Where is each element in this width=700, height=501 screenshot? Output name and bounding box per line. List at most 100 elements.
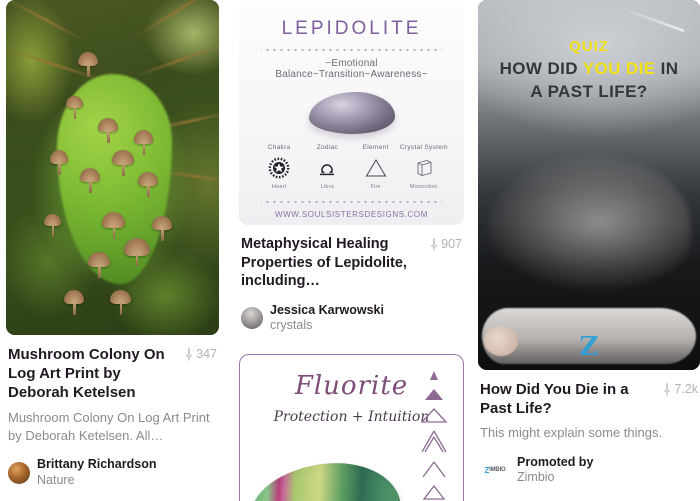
- mushroom-cap: [80, 168, 100, 193]
- mushroom-cap: [102, 212, 125, 239]
- attribute-label: Chakra: [267, 144, 291, 151]
- mushroom-cap: [50, 150, 68, 175]
- attribute-label: Crystal System: [399, 144, 448, 151]
- mushroom-cap: [152, 216, 172, 241]
- infographic-heading: LEPIDOLITE: [281, 18, 422, 39]
- pin-title[interactable]: Metaphysical Healing Properties of Lepid…: [241, 235, 430, 291]
- ghost-figure: [486, 155, 692, 289]
- attribute-value: Monoclinic: [409, 184, 438, 190]
- dot-divider: [261, 47, 442, 53]
- repin-count: 7.2k: [663, 380, 698, 396]
- mushroom-cap: [98, 118, 118, 143]
- pin-description: This might explain some things.: [480, 425, 663, 441]
- attribute-value: Libra: [320, 184, 334, 190]
- infographic-website: WWW.SOULSISTERSDESIGNS.COM: [275, 210, 428, 219]
- pin-title[interactable]: How Did You Die in a Past Life?: [480, 380, 663, 418]
- title-row: Mushroom Colony On Log Art Print by Debo…: [8, 345, 217, 403]
- pin-image-quiz[interactable]: QUIZ HOW DID YOU DIE IN A PAST LIFE? Z: [478, 0, 700, 370]
- promoted-label: Promoted by: [517, 454, 594, 469]
- triangle-filled-medium-icon: [425, 388, 443, 400]
- column-middle: LEPIDOLITE ~Emotional Balance~Transition…: [239, 0, 464, 501]
- mushroom-cap: [44, 214, 61, 238]
- avatar[interactable]: [241, 307, 263, 330]
- mushroom-cap: [78, 52, 98, 77]
- pin-promoter[interactable]: Z IMBIO Promoted by Zimbio: [480, 455, 698, 486]
- pin-author[interactable]: Brittany Richardson Nature: [8, 457, 217, 488]
- attribute-row: Chakra Heart Zodiac Libra Element Fire C…: [251, 144, 452, 190]
- monoclinic-icon: [400, 155, 448, 181]
- triangle-outline-icon: [422, 484, 446, 500]
- chakra-icon: [255, 155, 303, 181]
- quiz-headline-highlight: YOU DIE: [582, 59, 656, 78]
- pin-meta-mushroom: Mushroom Colony On Log Art Print by Debo…: [6, 335, 219, 489]
- repin-count-value: 7.2k: [674, 382, 698, 396]
- quiz-headline-pre: HOW DID: [499, 59, 583, 78]
- pin-image-lepidolite[interactable]: LEPIDOLITE ~Emotional Balance~Transition…: [239, 0, 464, 225]
- column-left: Mushroom Colony On Log Art Print by Debo…: [6, 0, 219, 501]
- attribute-element: Element Fire: [352, 144, 400, 190]
- pin-meta-lepidolite: Metaphysical Healing Properties of Lepid…: [239, 225, 464, 334]
- author-name[interactable]: Jessica Karwowski: [270, 303, 384, 319]
- pushpin-icon: [186, 347, 192, 361]
- attribute-label: Zodiac: [316, 144, 339, 151]
- pin-card-fluorite[interactable]: Fluorite Protection + Intuition: [239, 353, 464, 501]
- repin-count: 347: [185, 345, 217, 361]
- mushroom-cap: [112, 150, 134, 176]
- quiz-headline-line2: A PAST LIFE?: [530, 81, 648, 101]
- pin-meta-quiz: How Did You Die in a Past Life? 7.2k Thi…: [478, 370, 700, 486]
- triangle-filled-small-icon: [430, 370, 438, 380]
- fluorite-stone-image: [245, 455, 405, 501]
- zimbio-watermark: Z: [579, 332, 599, 362]
- infographic-subheading: ~Emotional Balance~Transition~Awareness~: [275, 58, 428, 80]
- mushroom-cap: [134, 130, 153, 155]
- triangle-outline-icon: [420, 407, 448, 423]
- repin-count: 907: [430, 235, 462, 251]
- pin-title[interactable]: Mushroom Colony On Log Art Print by Debo…: [8, 345, 185, 403]
- promoter-name[interactable]: Zimbio: [517, 470, 593, 486]
- mushroom-cap: [64, 290, 84, 315]
- repin-count-value: 347: [196, 347, 217, 361]
- dot-divider: [261, 199, 442, 205]
- zimbio-logo-text: IMBIO: [489, 467, 506, 474]
- chevron-up-icon: [422, 461, 446, 478]
- mushroom-cap: [110, 290, 131, 315]
- quiz-overlay-text: QUIZ HOW DID YOU DIE IN A PAST LIFE?: [478, 38, 700, 104]
- mushroom-cap: [138, 172, 158, 197]
- zimbio-logo-icon: Z IMBIO: [480, 463, 510, 478]
- quiz-kicker: QUIZ: [569, 38, 609, 55]
- quiz-headline: HOW DID YOU DIE IN A PAST LIFE?: [478, 58, 700, 104]
- mushroom-cap: [66, 96, 83, 120]
- author-name[interactable]: Brittany Richardson: [37, 457, 156, 473]
- author-board[interactable]: Nature: [37, 473, 156, 489]
- column-right: QUIZ HOW DID YOU DIE IN A PAST LIFE? Z H…: [478, 0, 700, 501]
- attribute-value: Fire: [370, 184, 381, 190]
- title-row: How Did You Die in a Past Life? 7.2k: [480, 380, 698, 418]
- promoter-names: Promoted by Zimbio: [517, 455, 593, 486]
- pushpin-icon: [431, 237, 437, 251]
- pin-image-mushroom[interactable]: [6, 0, 219, 335]
- fire-triangle-icon: [352, 155, 400, 181]
- pin-card-lepidolite[interactable]: LEPIDOLITE ~Emotional Balance~Transition…: [239, 0, 464, 334]
- mushroom-cap: [88, 252, 110, 278]
- triangle-motif-column: [419, 369, 449, 501]
- pin-description: Mushroom Colony On Log Art Print by Debo…: [8, 409, 210, 444]
- pin-card-mushroom[interactable]: Mushroom Colony On Log Art Print by Debo…: [6, 0, 219, 489]
- repin-count-value: 907: [441, 237, 462, 251]
- nested-chevron-icon: [421, 430, 447, 453]
- libra-icon: [303, 155, 351, 181]
- attribute-chakra: Chakra Heart: [255, 144, 303, 190]
- pin-author[interactable]: Jessica Karwowski crystals: [241, 303, 462, 334]
- quiz-headline-post: IN: [655, 59, 679, 78]
- avatar[interactable]: [8, 462, 30, 485]
- pin-card-quiz[interactable]: QUIZ HOW DID YOU DIE IN A PAST LIFE? Z H…: [478, 0, 700, 486]
- pinterest-board-grid: Mushroom Colony On Log Art Print by Debo…: [0, 0, 700, 501]
- author-board[interactable]: crystals: [270, 318, 384, 334]
- pin-image-fluorite[interactable]: Fluorite Protection + Intuition: [239, 353, 464, 501]
- lying-body-head: [484, 326, 518, 356]
- author-names: Jessica Karwowski crystals: [270, 303, 384, 334]
- pushpin-icon: [664, 382, 671, 396]
- attribute-value: Heart: [271, 184, 287, 190]
- attribute-crystal-system: Crystal System Monoclinic: [400, 144, 448, 190]
- attribute-zodiac: Zodiac Libra: [303, 144, 351, 190]
- author-names: Brittany Richardson Nature: [37, 457, 156, 488]
